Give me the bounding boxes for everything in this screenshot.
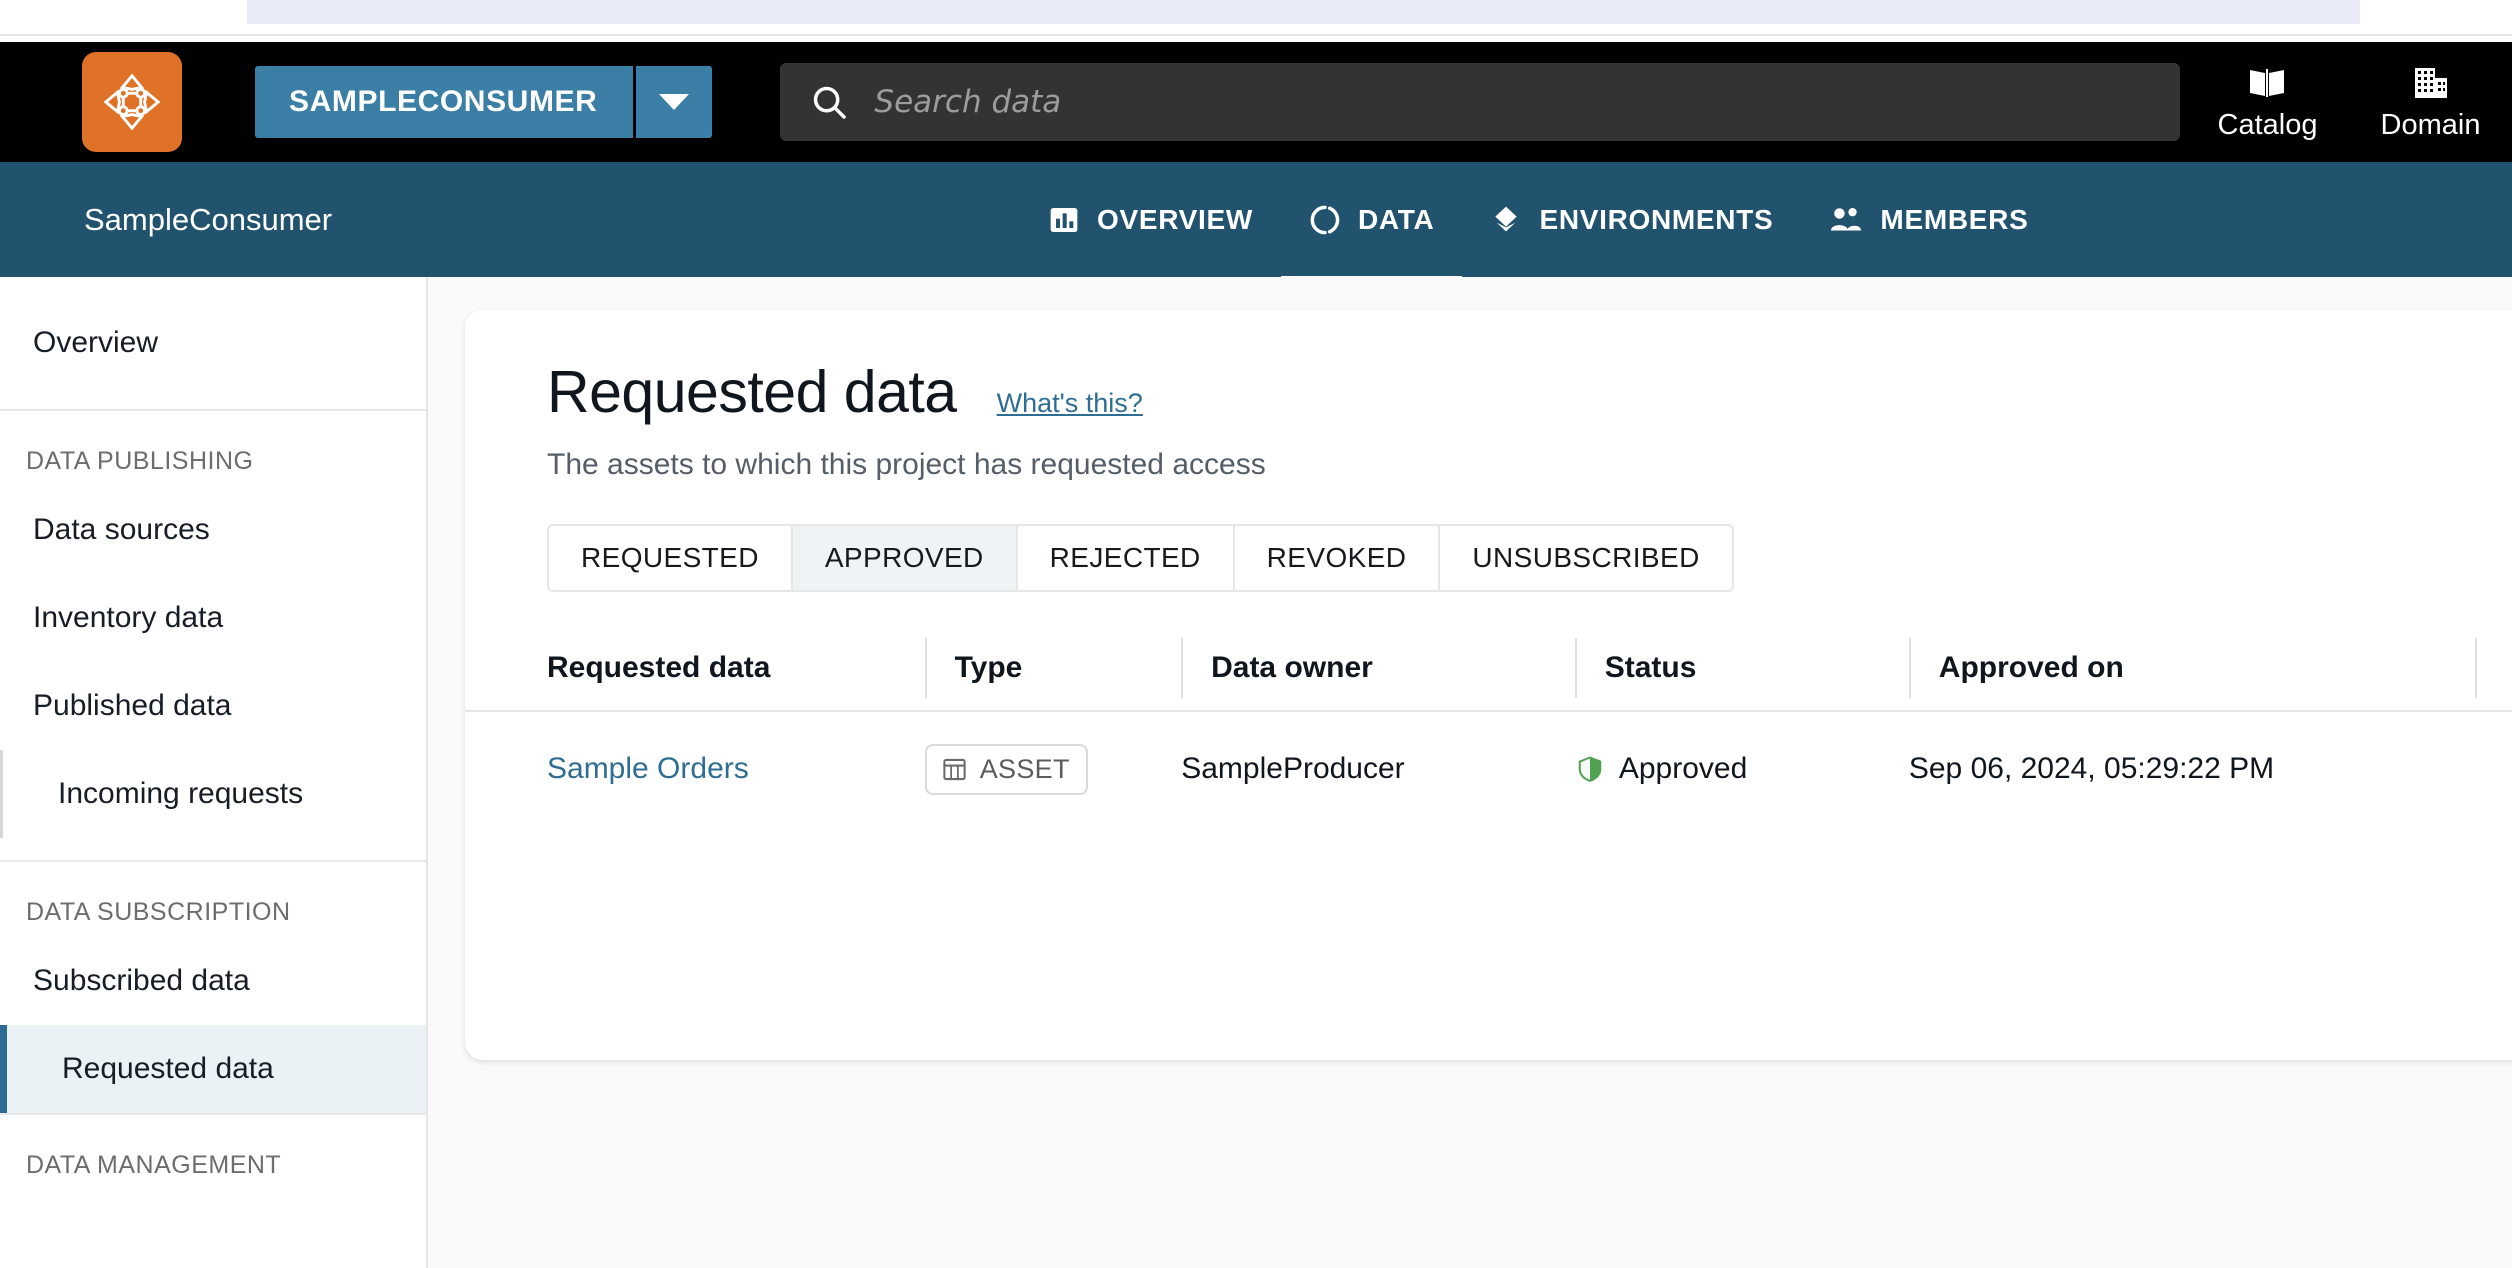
asset-type-label: ASSET (979, 753, 1070, 784)
cell-approved-on: Sep 06, 2024, 05:29:22 PM (1908, 752, 2275, 785)
sidebar-group-label: DATA SUBSCRIPTION (26, 898, 291, 926)
status-badge: Approved (1575, 752, 1909, 786)
sidebar-group-label: DATA PUBLISHING (26, 447, 254, 475)
sidebar-group-label: DATA MANAGEMENT (26, 1151, 282, 1179)
sidebar-item-overview[interactable]: Overview (0, 299, 426, 387)
nav-domain-label: Domain (2380, 109, 2481, 141)
datazone-logo-icon[interactable] (82, 52, 182, 152)
sidebar-item-label: Inventory data (33, 601, 224, 634)
cell-requested-data: Sample Orders (547, 752, 925, 786)
status-label: Approved (1618, 752, 1748, 785)
sidebar-group-data-subscription: DATA SUBSCRIPTION Subscribed data Reques… (0, 862, 426, 1115)
project-nav-bar: SampleConsumer OVERVIEW DATA ENVIRONMENT… (0, 162, 2512, 283)
sidebar-item-requested-data[interactable]: Requested data (0, 1025, 426, 1113)
table-header-row: Requested data Type Data owner Status Ap… (465, 626, 2512, 712)
tab-revoked[interactable]: REVOKED (1234, 526, 1441, 590)
search-placeholder: Search data (874, 84, 1062, 120)
requested-data-table: Requested data Type Data owner Status Ap… (465, 626, 2512, 826)
tab-unsubscribed[interactable]: UNSUBSCRIBED (1440, 526, 1732, 590)
search-input[interactable]: Search data (780, 63, 2181, 141)
sidebar-item-data-sources[interactable]: Data sources (0, 486, 426, 574)
card-header: Requested data What's this? (465, 310, 2512, 426)
people-icon (1829, 204, 1863, 236)
cell-data-owner: SampleProducer (1181, 752, 1405, 785)
sidebar-item-subscribed-data[interactable]: Subscribed data (0, 937, 426, 1025)
tab-members-label: MEMBERS (1880, 203, 2029, 235)
sidebar-item-label: Incoming requests (58, 777, 304, 810)
column-header-status[interactable]: Status (1574, 638, 1909, 698)
book-icon (2248, 62, 2288, 100)
whats-this-link[interactable]: What's this? (997, 388, 1143, 419)
column-header-requested-data[interactable]: Requested data (547, 638, 925, 698)
project-switcher[interactable]: SAMPLECONSUMER (255, 66, 713, 138)
sidebar-group-data-publishing: DATA PUBLISHING Data sources Inventory d… (0, 411, 426, 862)
diamond-layers-icon (1490, 204, 1522, 236)
sidebar-item-published-data[interactable]: Published data (0, 662, 426, 750)
tab-requested[interactable]: REQUESTED (549, 526, 793, 590)
tab-members[interactable]: MEMBERS (1801, 162, 2056, 277)
sidebar-item-label: Requested data (62, 1052, 274, 1085)
project-name: SampleConsumer (84, 201, 333, 237)
column-header-actions (2475, 638, 2512, 698)
nav-catalog-label: Catalog (2217, 109, 2318, 141)
page-title: Requested data (547, 359, 957, 425)
page-body: Overview DATA PUBLISHING Data sources In… (0, 277, 2512, 1268)
tab-data-label: DATA (1358, 203, 1435, 235)
table-icon (941, 756, 968, 783)
circle-broken-icon (1309, 204, 1341, 236)
sidebar-group-data-management: DATA MANAGEMENT (0, 1115, 426, 1190)
building-icon (2412, 62, 2450, 100)
project-nav-tabs: OVERVIEW DATA ENVIRONMENTS MEMBERS (1020, 162, 2056, 283)
tab-environments-label: ENVIRONMENTS (1539, 203, 1774, 235)
page-subtitle: The assets to which this project has req… (547, 448, 1266, 481)
sidebar-item-label: Subscribed data (33, 964, 250, 997)
sidebar-group-root: Overview (0, 277, 426, 411)
bar-chart-icon (1048, 204, 1080, 236)
sidebar: Overview DATA PUBLISHING Data sources In… (0, 277, 428, 1268)
search-icon (810, 83, 848, 121)
column-header-type[interactable]: Type (924, 638, 1182, 698)
asset-type-badge: ASSET (924, 743, 1088, 795)
browser-chrome-sliver (0, 0, 2512, 42)
tab-approved[interactable]: APPROVED (792, 526, 1018, 590)
project-switcher-label[interactable]: SAMPLECONSUMER (255, 66, 634, 138)
browser-tab-underline (0, 34, 2512, 36)
global-header: SAMPLECONSUMER Search data Catalog Domai… (0, 42, 2512, 162)
column-header-data-owner[interactable]: Data owner (1181, 638, 1575, 698)
tab-rejected[interactable]: REJECTED (1017, 526, 1235, 590)
sidebar-item-inventory-data[interactable]: Inventory data (0, 574, 426, 662)
column-header-approved-on[interactable]: Approved on (1908, 638, 2476, 698)
tab-data[interactable]: DATA (1281, 162, 1463, 283)
tab-overview[interactable]: OVERVIEW (1020, 162, 1281, 277)
sidebar-item-label: Published data (33, 689, 232, 722)
asset-link[interactable]: Sample Orders (547, 752, 749, 786)
requested-data-card: Requested data What's this? The assets t… (465, 310, 2512, 1060)
sidebar-item-incoming-requests[interactable]: Incoming requests (0, 750, 426, 838)
table-row[interactable]: Sample Orders ASSET SampleProducer Appro… (465, 712, 2512, 826)
browser-tab-ghost (247, 0, 2360, 24)
nav-domain[interactable]: Domain (2349, 62, 2512, 142)
tab-environments[interactable]: ENVIRONMENTS (1462, 162, 1801, 277)
shield-check-icon (1575, 754, 1605, 784)
chevron-down-icon[interactable] (636, 66, 713, 138)
tab-overview-label: OVERVIEW (1097, 203, 1254, 235)
sidebar-item-label: Overview (33, 326, 159, 359)
cell-type: ASSET (924, 743, 1181, 795)
status-filter-tabs: REQUESTED APPROVED REJECTED REVOKED UNSU… (547, 524, 1734, 592)
sidebar-item-label: Data sources (33, 513, 210, 546)
nav-catalog[interactable]: Catalog (2186, 62, 2349, 142)
global-header-right-nav: Catalog Domain (2186, 42, 2512, 162)
